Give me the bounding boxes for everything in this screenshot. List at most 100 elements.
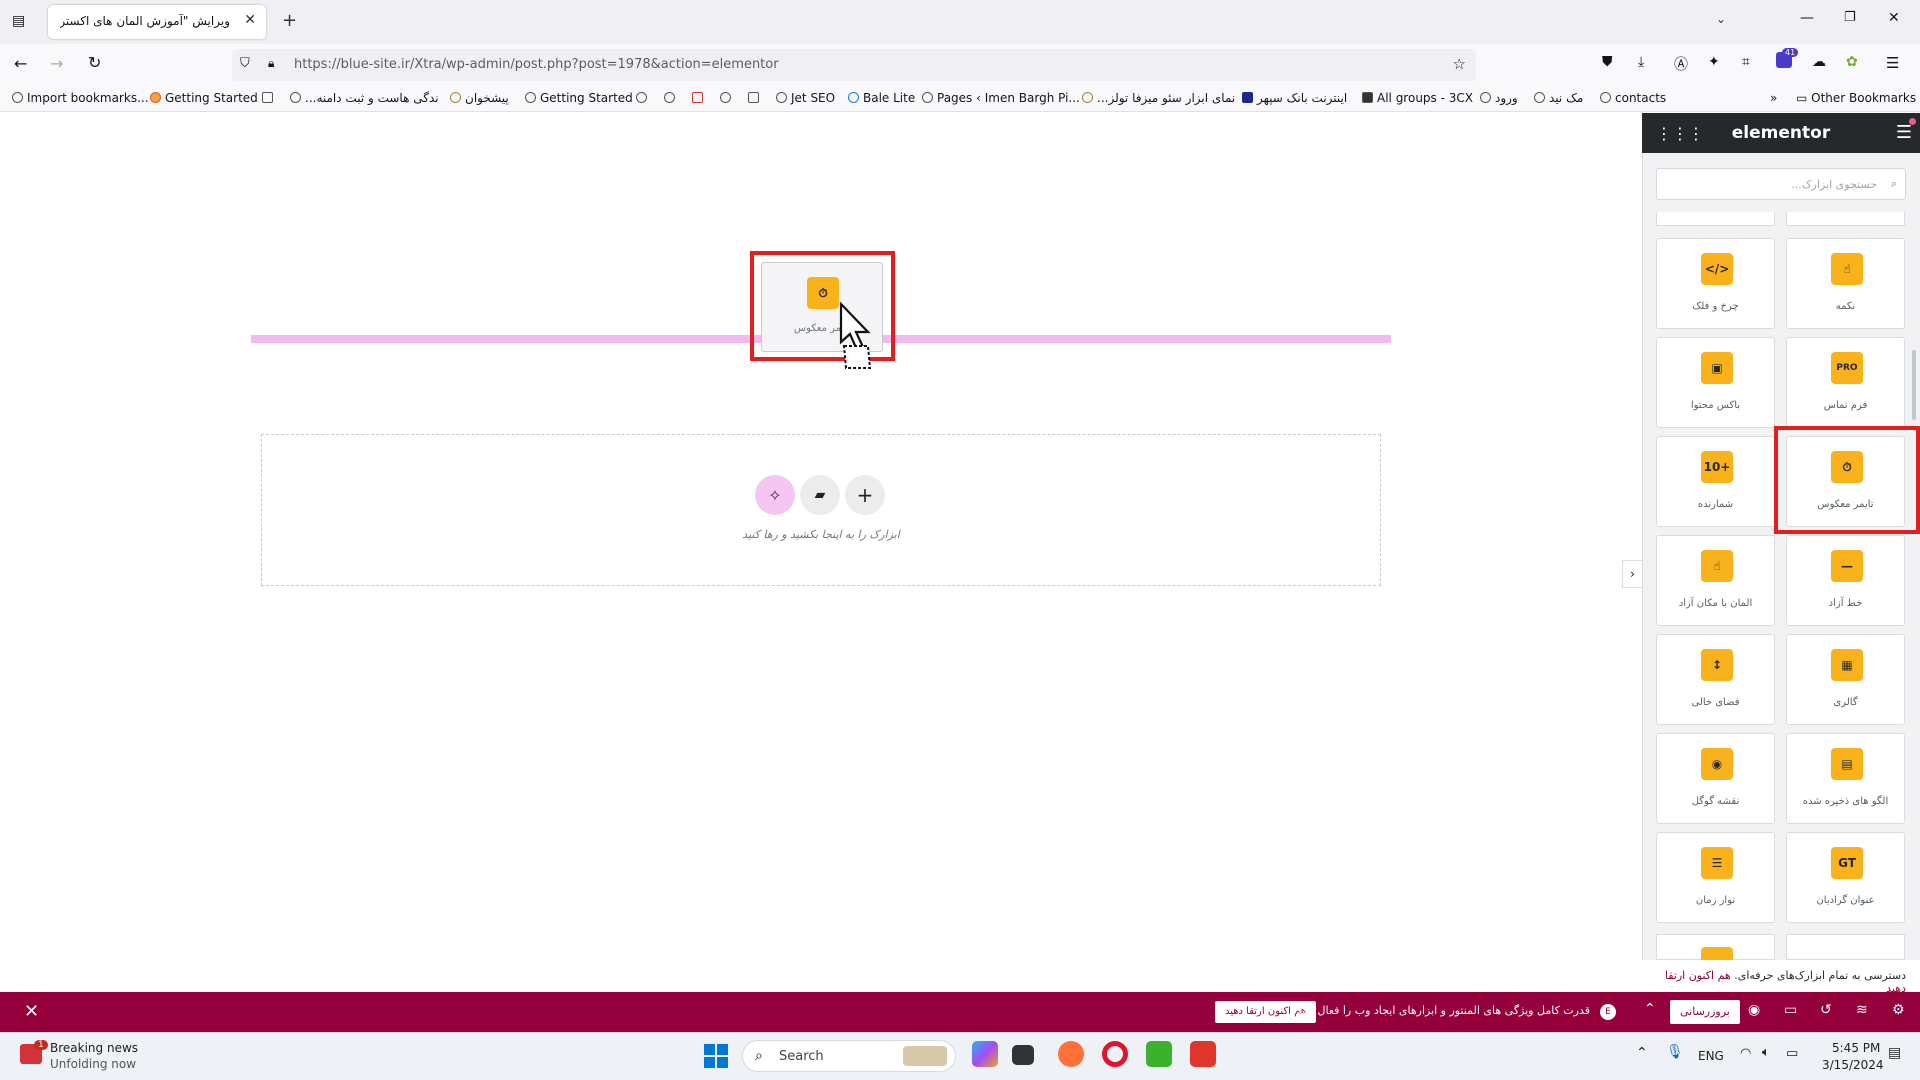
widget-card[interactable]: </> چرخ و فلک (1656, 238, 1775, 329)
widget-card[interactable]: ☰ نوار زمان (1656, 832, 1775, 923)
tracking-shield-icon[interactable]: ⛉ (240, 56, 250, 71)
responsive-icon[interactable]: ▭ (1784, 1002, 1797, 1018)
close-icon[interactable]: ✕ (24, 1001, 39, 1022)
window-minimize-icon[interactable]: — (1800, 10, 1814, 26)
elementor-badge-icon: E (1600, 1004, 1616, 1020)
rocket-icon (776, 92, 787, 103)
browser-tab[interactable]: ویرایش "آموزش المان های اکسترا – ا ✕ (48, 5, 266, 39)
navigator-layers-icon[interactable]: ≋ (1856, 1002, 1868, 1018)
add-section-button[interactable]: + (845, 475, 885, 515)
color-extension-icon[interactable]: ✿ (1846, 54, 1858, 70)
plus-icon: + (856, 483, 874, 507)
bookmark-star-icon[interactable]: ☆ (1453, 55, 1466, 73)
widget-card[interactable]: ☝ نکمه (1786, 238, 1905, 329)
window-restore-icon[interactable]: ❐ (1844, 10, 1856, 25)
extensions-icon[interactable]: ✦ (1708, 54, 1720, 70)
account-icon[interactable]: Ⓐ (1674, 54, 1688, 74)
settings-gear-icon[interactable]: ⚙ (1892, 1002, 1905, 1018)
microphone-icon[interactable]: 🎙︎ (1666, 1044, 1684, 1060)
widget-card[interactable]: ▣ باکس محتوا (1656, 337, 1775, 428)
vpn-icon[interactable]: ☁ (1812, 54, 1826, 70)
crop-icon[interactable]: ⌗ (1742, 54, 1750, 70)
bookmark-item[interactable]: ...نمای ابزار سئو میزفا تولز (1082, 91, 1235, 105)
publish-button[interactable]: بروزرسانی (1670, 1000, 1740, 1024)
widget-card[interactable]: PRO فرم تماس (1786, 337, 1905, 428)
bookmark-item[interactable] (748, 91, 763, 105)
tab-list-icon[interactable]: ▤ (12, 13, 25, 29)
globe-icon (1534, 92, 1545, 103)
new-tab-icon[interactable]: + (282, 10, 297, 31)
notifications-icon[interactable]: ▤ (1888, 1045, 1901, 1061)
battery-icon[interactable]: ▭ (1786, 1046, 1798, 1061)
bookmark-item[interactable]: Getting Started (150, 91, 258, 105)
bookmark-item[interactable]: ...ندگی هاست و ثبت دامنه (290, 91, 439, 105)
clock-date[interactable]: 3/15/2024 (1822, 1058, 1884, 1072)
taskbar-search-input[interactable]: ⌕ Search (742, 1040, 956, 1072)
recorder-icon[interactable] (1190, 1041, 1216, 1067)
volume-icon[interactable]: 🔈︎ (1762, 1045, 1770, 1060)
bookmark-item[interactable]: ورود (1480, 91, 1518, 105)
bookmark-item[interactable] (720, 91, 735, 105)
widget-card[interactable]: — خط آزاد (1786, 535, 1905, 626)
bookmark-item[interactable]: مک نید (1534, 91, 1583, 105)
search-icon: ⌕ (755, 1048, 763, 1064)
reload-icon[interactable]: ↻ (88, 53, 101, 72)
saved-template-icon: ▤ (1831, 748, 1863, 780)
tab-close-icon[interactable]: ✕ (244, 12, 256, 28)
download-icon[interactable]: ⤓ (1638, 54, 1644, 70)
bookmark-item[interactable]: پیشخوان (450, 91, 509, 105)
copilot-icon[interactable] (972, 1041, 998, 1067)
preview-eye-icon[interactable]: ◉ (1748, 1002, 1760, 1018)
panel-scrollbar[interactable] (1912, 350, 1916, 420)
tray-chevron-icon[interactable]: ⌃ (1636, 1045, 1648, 1061)
news-title[interactable]: Breaking news (50, 1041, 138, 1055)
windows-start-icon[interactable] (704, 1044, 728, 1068)
window-close-icon[interactable]: ✕ (1888, 10, 1900, 26)
bookmark-item[interactable]: Getting Started (525, 91, 633, 105)
url-bar[interactable]: ⛉ 🔒︎ https://blue-site.ir/Xtra/wp-admin/… (232, 49, 1476, 81)
bookmark-item[interactable]: All groups - 3CX (1362, 91, 1473, 105)
tab-overflow-chevron-icon[interactable]: ⌄ (1716, 12, 1726, 26)
bookmark-item[interactable]: contacts (1600, 91, 1666, 105)
widget-card[interactable]: ▤ الگو های ذخیره شده (1786, 733, 1905, 824)
bookmark-item[interactable] (636, 91, 651, 105)
bookmarks-overflow-icon[interactable]: » (1770, 91, 1777, 105)
widget-card[interactable]: GT عنوان گرادیان (1786, 832, 1905, 923)
widget-card[interactable]: ◉ نقشه گوگل (1656, 733, 1775, 824)
gallery-icon: ▦ (1831, 649, 1863, 681)
add-template-button[interactable]: ▰ (800, 475, 840, 515)
widget-card[interactable]: 10+ شمارنده (1656, 436, 1775, 527)
other-bookmarks[interactable]: ▭ Other Bookmarks (1796, 91, 1916, 105)
opera-icon[interactable] (1102, 1041, 1128, 1067)
bookmark-item[interactable]: Jet SEO (776, 91, 835, 105)
windows-taskbar (0, 1032, 1920, 1080)
clock-time[interactable]: 5:45 PM (1832, 1041, 1880, 1055)
camtasia-icon[interactable] (1146, 1041, 1172, 1067)
forward-icon[interactable]: → (50, 54, 63, 73)
bookmark-item[interactable] (692, 91, 707, 105)
bookmark-item[interactable]: Import bookmarks... (12, 91, 149, 105)
bookmark-item[interactable] (262, 91, 277, 105)
wifi-icon[interactable]: ◠ (1740, 1046, 1751, 1061)
bookmark-item[interactable] (664, 91, 679, 105)
bookmark-item[interactable]: اینترنت بانک سپهر (1242, 91, 1347, 105)
lock-icon[interactable]: 🔒︎ (268, 56, 274, 71)
widget-card[interactable]: ☝ المان با مکان آزاد (1656, 535, 1775, 626)
widget-card[interactable]: ▦ گالری (1786, 634, 1905, 725)
pocket-icon[interactable]: ⛊ (1602, 54, 1613, 70)
bookmark-item[interactable]: Bale Lite (848, 91, 915, 105)
menu-icon[interactable]: ☰ (1886, 54, 1899, 72)
language-indicator[interactable]: ENG (1698, 1049, 1724, 1063)
back-icon[interactable]: ← (14, 54, 27, 73)
widget-search-input[interactable]: جستجوی ابزارک... ⌕ (1656, 168, 1906, 200)
chevron-up-icon[interactable]: ⌃ (1644, 1001, 1656, 1017)
panel-collapse-toggle[interactable]: › (1622, 560, 1642, 588)
firefox-icon[interactable] (1058, 1041, 1084, 1067)
history-icon[interactable]: ↺ (1820, 1002, 1832, 1018)
widget-card[interactable]: ↕ فضای خالی (1656, 634, 1775, 725)
hamburger-menu-icon[interactable]: ☰ (1896, 122, 1912, 143)
bookmark-item[interactable]: Pages ‹ Imen Bargh Pi... (922, 91, 1080, 105)
globe-icon (1480, 92, 1491, 103)
file-explorer-icon[interactable] (1012, 1045, 1034, 1065)
ai-sparkle-button[interactable]: ✧ (755, 475, 795, 515)
